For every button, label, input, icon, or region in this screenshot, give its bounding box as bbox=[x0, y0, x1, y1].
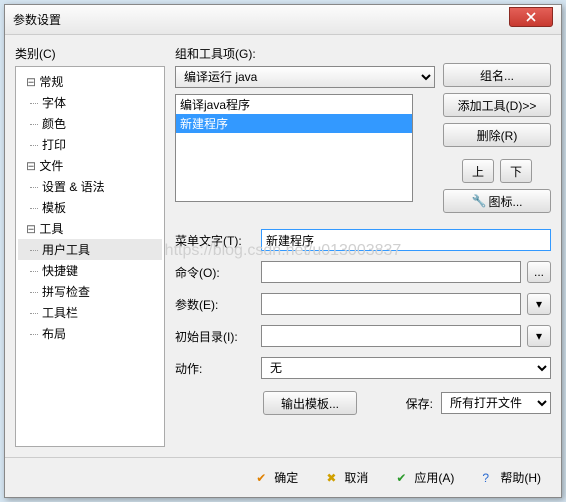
tree-toolbar[interactable]: 工具栏 bbox=[18, 302, 162, 323]
close-button[interactable] bbox=[509, 7, 553, 27]
output-template-button[interactable]: 输出模板... bbox=[263, 391, 357, 415]
params-row: 参数(E): ▾ bbox=[175, 293, 551, 315]
command-row: 命令(O): ... bbox=[175, 261, 551, 283]
group-select[interactable]: 编译运行 java bbox=[175, 66, 435, 88]
save-select[interactable]: 所有打开文件 bbox=[441, 392, 551, 414]
tree-file[interactable]: 文件 bbox=[18, 155, 162, 176]
category-tree[interactable]: 常规 字体 颜色 打印 文件 设置 & 语法 模板 工具 用户工具 快捷键 拼写… bbox=[15, 66, 165, 447]
command-input[interactable] bbox=[261, 261, 521, 283]
footer: ✔ 确定 ✖ 取消 ✔ 应用(A) ? 帮助(H) bbox=[5, 457, 561, 497]
action-label: 动作: bbox=[175, 360, 255, 377]
tool-settings-panel: 组和工具项(G): 编译运行 java 编译java程序 新建程序 bbox=[175, 45, 551, 447]
tree-settings-syntax[interactable]: 设置 & 语法 bbox=[18, 176, 162, 197]
check-icon: ✔ bbox=[256, 471, 270, 485]
save-label: 保存: bbox=[406, 395, 433, 412]
list-item[interactable]: 编译java程序 bbox=[176, 95, 412, 114]
action-row: 动作: 无 bbox=[175, 357, 551, 379]
apply-icon: ✔ bbox=[396, 471, 410, 485]
ok-button[interactable]: ✔ 确定 bbox=[248, 465, 306, 490]
tree-tools[interactable]: 工具 bbox=[18, 218, 162, 239]
help-icon: ? bbox=[482, 471, 496, 485]
params-menu-button[interactable]: ▾ bbox=[527, 293, 551, 315]
window-title: 参数设置 bbox=[13, 11, 61, 28]
titlebar: 参数设置 bbox=[5, 5, 561, 35]
cancel-button[interactable]: ✖ 取消 bbox=[318, 465, 376, 490]
group-name-button[interactable]: 组名... bbox=[443, 63, 551, 87]
chevron-down-icon: ▾ bbox=[536, 329, 542, 343]
icon-button[interactable]: 🔧 图标... bbox=[443, 189, 551, 213]
move-down-button[interactable]: 下 bbox=[500, 159, 532, 183]
tree-font[interactable]: 字体 bbox=[18, 92, 162, 113]
initdir-label: 初始目录(I): bbox=[175, 328, 255, 345]
command-browse-button[interactable]: ... bbox=[527, 261, 551, 283]
help-button[interactable]: ? 帮助(H) bbox=[474, 465, 549, 490]
ellipsis-icon: ... bbox=[534, 265, 544, 279]
tree-print[interactable]: 打印 bbox=[18, 134, 162, 155]
menu-text-input[interactable] bbox=[261, 229, 551, 251]
add-tool-button[interactable]: 添加工具(D)>> bbox=[443, 93, 551, 117]
group-label: 组和工具项(G): bbox=[175, 45, 435, 62]
group-row: 组和工具项(G): 编译运行 java 编译java程序 新建程序 bbox=[175, 45, 551, 213]
tree-shortcut[interactable]: 快捷键 bbox=[18, 260, 162, 281]
tree-spellcheck[interactable]: 拼写检查 bbox=[18, 281, 162, 302]
tree-template[interactable]: 模板 bbox=[18, 197, 162, 218]
initdir-menu-button[interactable]: ▾ bbox=[527, 325, 551, 347]
tree-general[interactable]: 常规 bbox=[18, 71, 162, 92]
tree-color[interactable]: 颜色 bbox=[18, 113, 162, 134]
x-icon: ✖ bbox=[326, 471, 340, 485]
category-label: 类别(C) bbox=[15, 45, 165, 62]
params-input[interactable] bbox=[261, 293, 521, 315]
menu-text-row: 菜单文字(T): bbox=[175, 229, 551, 251]
initdir-row: 初始目录(I): ▾ bbox=[175, 325, 551, 347]
list-item[interactable]: 新建程序 bbox=[176, 114, 412, 133]
preferences-window: 参数设置 类别(C) 常规 字体 颜色 打印 文件 设置 & 语法 模板 工具 … bbox=[4, 4, 562, 498]
action-select[interactable]: 无 bbox=[261, 357, 551, 379]
content: 类别(C) 常规 字体 颜色 打印 文件 设置 & 语法 模板 工具 用户工具 … bbox=[5, 35, 561, 457]
chevron-down-icon: ▾ bbox=[536, 297, 542, 311]
move-up-button[interactable]: 上 bbox=[462, 159, 494, 183]
params-label: 参数(E): bbox=[175, 296, 255, 313]
wrench-icon: 🔧 bbox=[471, 194, 485, 208]
tree-layout[interactable]: 布局 bbox=[18, 323, 162, 344]
initdir-input[interactable] bbox=[261, 325, 521, 347]
close-icon bbox=[526, 12, 536, 22]
bottom-row: 输出模板... 保存: 所有打开文件 bbox=[175, 391, 551, 415]
command-label: 命令(O): bbox=[175, 264, 255, 281]
category-panel: 类别(C) 常规 字体 颜色 打印 文件 设置 & 语法 模板 工具 用户工具 … bbox=[15, 45, 165, 447]
tree-user-tools[interactable]: 用户工具 bbox=[18, 239, 162, 260]
delete-button[interactable]: 删除(R) bbox=[443, 123, 551, 147]
apply-button[interactable]: ✔ 应用(A) bbox=[388, 465, 462, 490]
group-buttons: 组名... 添加工具(D)>> 删除(R) 上 下 🔧 图标... bbox=[443, 63, 551, 213]
tool-list[interactable]: 编译java程序 新建程序 bbox=[175, 94, 413, 202]
menu-text-label: 菜单文字(T): bbox=[175, 232, 255, 249]
